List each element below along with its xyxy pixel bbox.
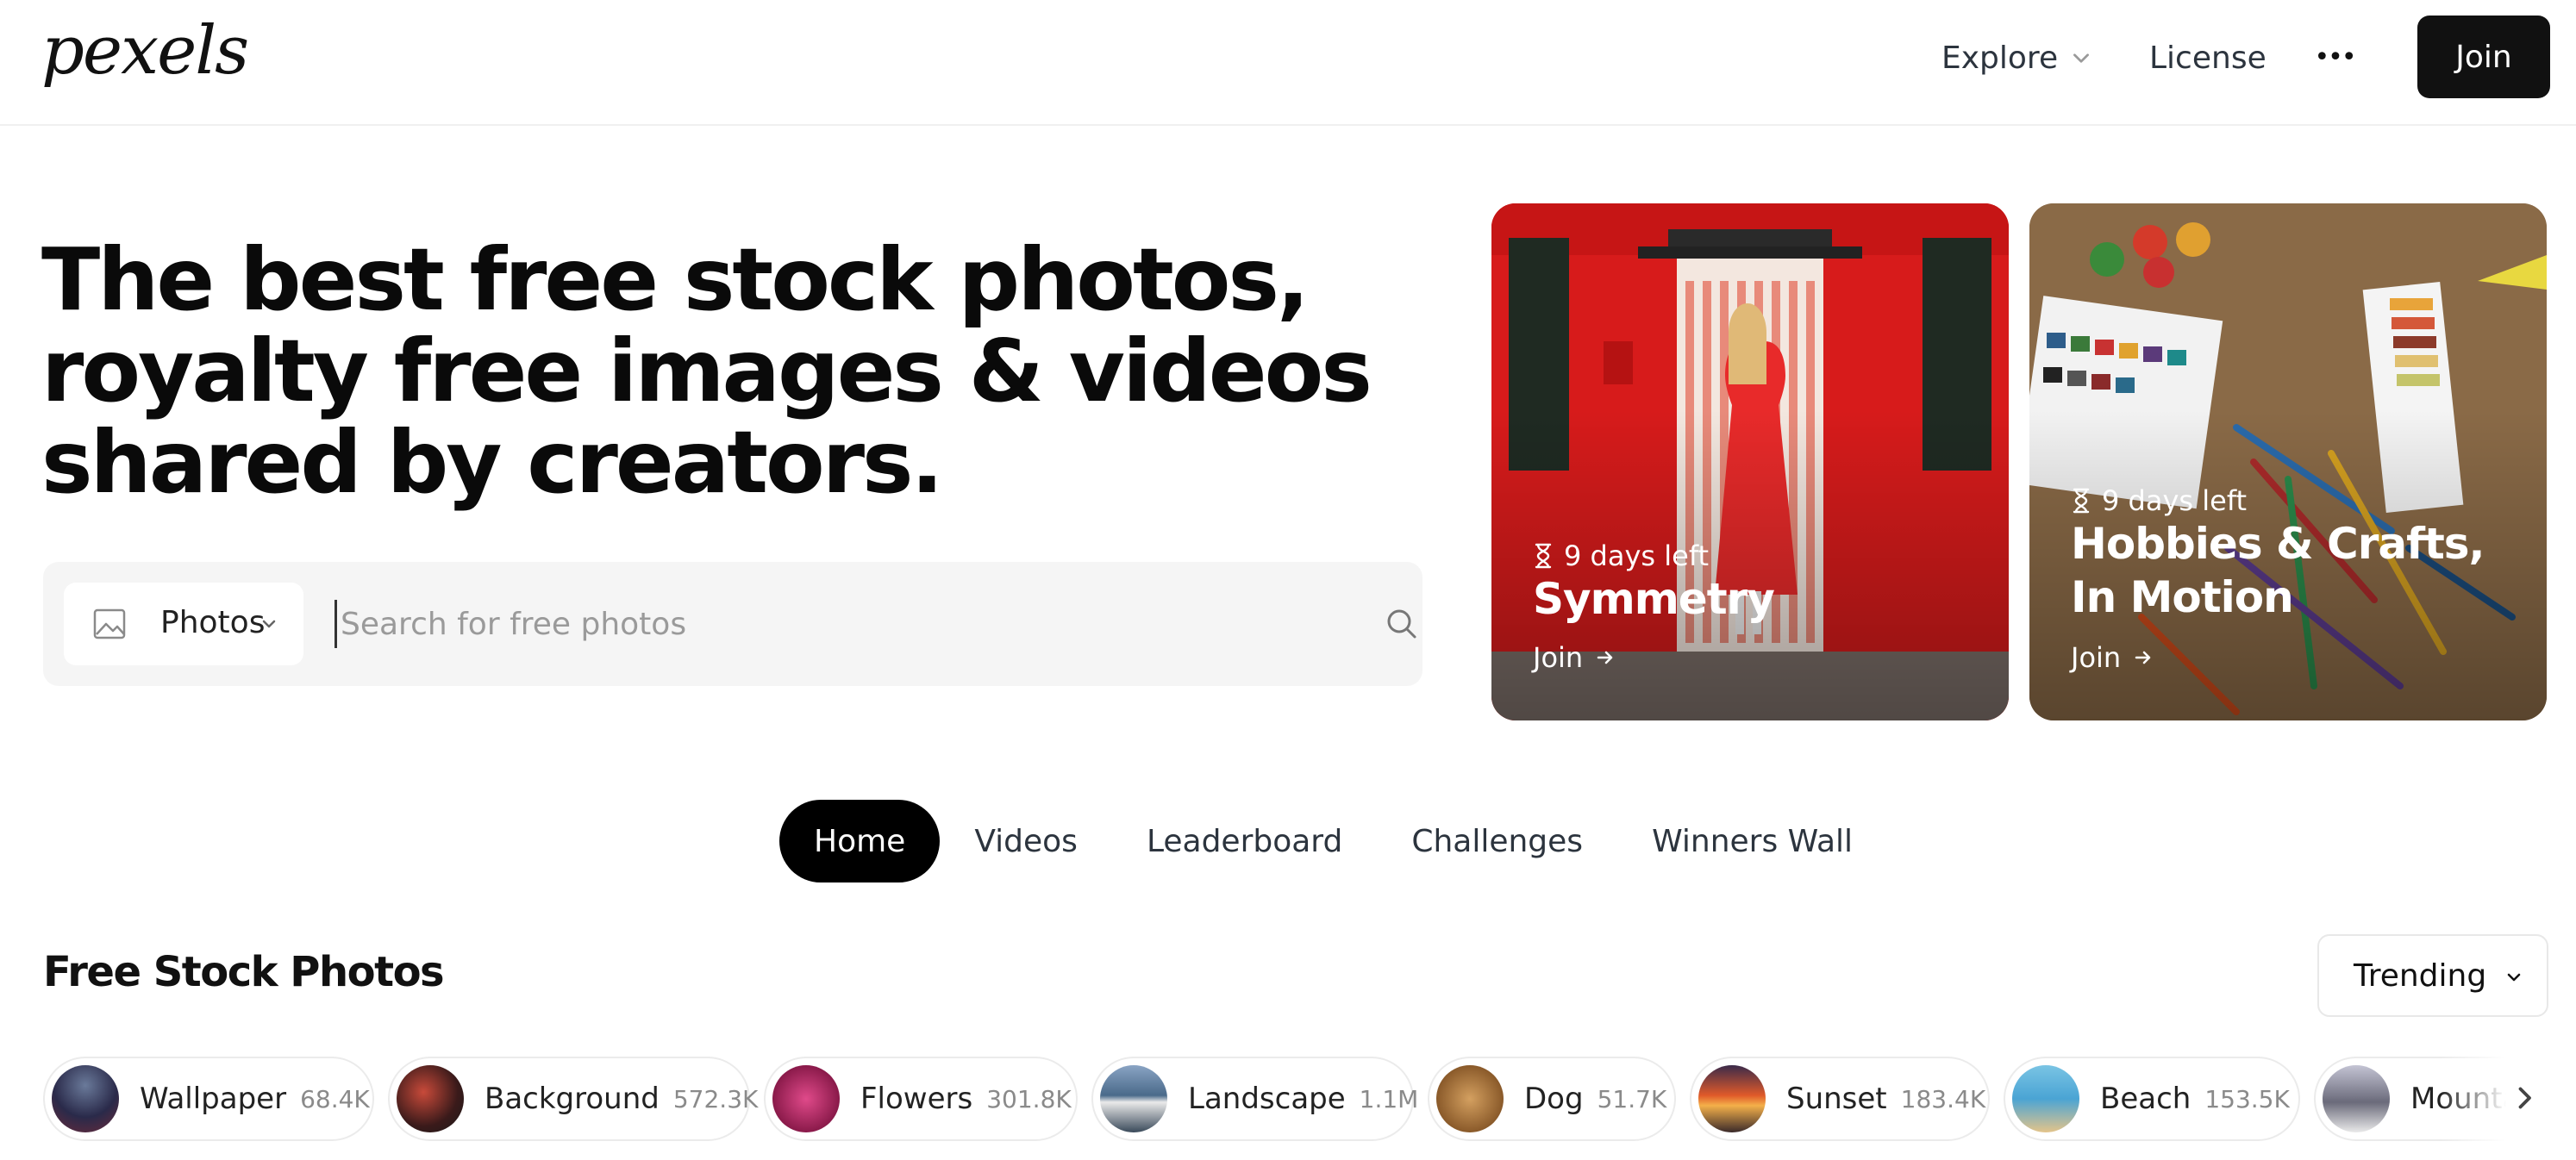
chip-thumbnail: [2012, 1065, 2079, 1132]
sort-label: Trending: [2354, 957, 2487, 994]
search-type-dropdown[interactable]: Photos: [64, 583, 303, 665]
chip-count: 68.4K: [300, 1084, 370, 1113]
chip-thumbnail: [1100, 1065, 1167, 1132]
chip-label: Landscape: [1188, 1082, 1346, 1116]
image-icon: [93, 608, 126, 639]
nav-license[interactable]: License: [2149, 38, 2267, 78]
chip-thumbnail: [772, 1065, 840, 1132]
challenge-title: Hobbies & Crafts, In Motion: [2071, 519, 2485, 622]
tab-home[interactable]: Home: [779, 800, 941, 882]
tab-leaderboard[interactable]: Leaderboard: [1112, 800, 1377, 882]
chip-count: 301.8K: [986, 1084, 1072, 1113]
chip-sunset[interactable]: Sunset 183.4K: [1690, 1057, 1990, 1141]
chevron-down-icon: [2073, 53, 2090, 63]
join-button[interactable]: Join: [2417, 16, 2550, 98]
chip-label: Dog: [1524, 1082, 1584, 1116]
challenge-card-symmetry[interactable]: 9 days left Symmetry Join: [1491, 203, 2009, 720]
section-title: Free Stock Photos: [43, 948, 445, 996]
tab-winners-wall[interactable]: Winners Wall: [1617, 800, 1887, 882]
nav-explore[interactable]: Explore: [1941, 38, 2092, 78]
sort-dropdown[interactable]: Trending: [2317, 934, 2548, 1017]
more-menu-icon[interactable]: •••: [2314, 41, 2356, 72]
chip-label: Flowers: [860, 1082, 973, 1116]
days-left-label: 9 days left: [2102, 484, 2248, 517]
arrow-right-icon: [1597, 651, 1613, 664]
challenge-join-label: Join: [2071, 641, 2122, 674]
category-chips: Wallpaper 68.4K Background 572.3K Flower…: [43, 1057, 2535, 1141]
chip-count: 1.1M: [1359, 1084, 1419, 1113]
challenge-card-hobbies[interactable]: 9 days left Hobbies & Crafts, In Motion …: [2029, 203, 2547, 720]
chip-beach[interactable]: Beach 153.5K: [2004, 1057, 2300, 1141]
chip-wallpaper[interactable]: Wallpaper 68.4K: [43, 1057, 374, 1141]
chip-thumbnail: [1436, 1065, 1504, 1132]
chip-label: Beach: [2100, 1082, 2191, 1116]
tab-challenges[interactable]: Challenges: [1377, 800, 1617, 882]
chip-label: Sunset: [1786, 1082, 1887, 1116]
arrow-right-icon: [2135, 651, 2151, 664]
nav-explore-label: Explore: [1941, 40, 2059, 76]
chevron-right-icon[interactable]: [2509, 1082, 2540, 1113]
chip-count: 51.7K: [1597, 1084, 1667, 1113]
chip-count: 572.3K: [672, 1084, 759, 1113]
chip-count: 183.4K: [1900, 1084, 1986, 1113]
chip-thumbnail: [2323, 1065, 2390, 1132]
main-tabs: Home Videos Leaderboard Challenges Winne…: [779, 800, 1887, 882]
search-bar: Photos: [43, 562, 1422, 686]
chip-label: Wallpaper: [140, 1082, 287, 1116]
hourglass-icon: [1535, 543, 1552, 569]
search-type-label: Photos: [160, 605, 266, 640]
challenge-days-left: 9 days left: [1533, 539, 1709, 572]
chip-count: 153.5K: [2204, 1084, 2290, 1113]
chip-thumbnail: [397, 1065, 464, 1132]
pexels-logo[interactable]: pexels: [41, 17, 249, 84]
hero-title: The best free stock photos, royalty free…: [41, 229, 1372, 513]
search-icon[interactable]: [1385, 607, 1419, 641]
challenge-join-link[interactable]: Join: [1533, 641, 1616, 674]
top-navbar: pexels Explore License ••• Join: [0, 0, 2576, 126]
challenge-title: Symmetry: [1533, 574, 1775, 624]
hourglass-icon: [2073, 488, 2090, 514]
chip-landscape[interactable]: Landscape 1.1M: [1091, 1057, 1418, 1141]
challenge-join-link[interactable]: Join: [2071, 641, 2154, 674]
search-input[interactable]: [335, 600, 1283, 648]
chip-label: Background: [485, 1082, 660, 1116]
chip-background[interactable]: Background 572.3K: [388, 1057, 758, 1141]
days-left-label: 9 days left: [1564, 539, 1710, 572]
tab-videos[interactable]: Videos: [940, 800, 1112, 882]
chevron-down-icon: [2507, 973, 2521, 982]
chip-flowers[interactable]: Flowers 301.8K: [764, 1057, 1078, 1141]
challenge-join-label: Join: [1533, 641, 1584, 674]
chip-thumbnail: [1698, 1065, 1766, 1132]
chevron-down-icon: [262, 620, 276, 628]
challenge-days-left: 9 days left: [2071, 484, 2247, 517]
chip-dog[interactable]: Dog 51.7K: [1428, 1057, 1676, 1141]
chip-thumbnail: [52, 1065, 119, 1132]
